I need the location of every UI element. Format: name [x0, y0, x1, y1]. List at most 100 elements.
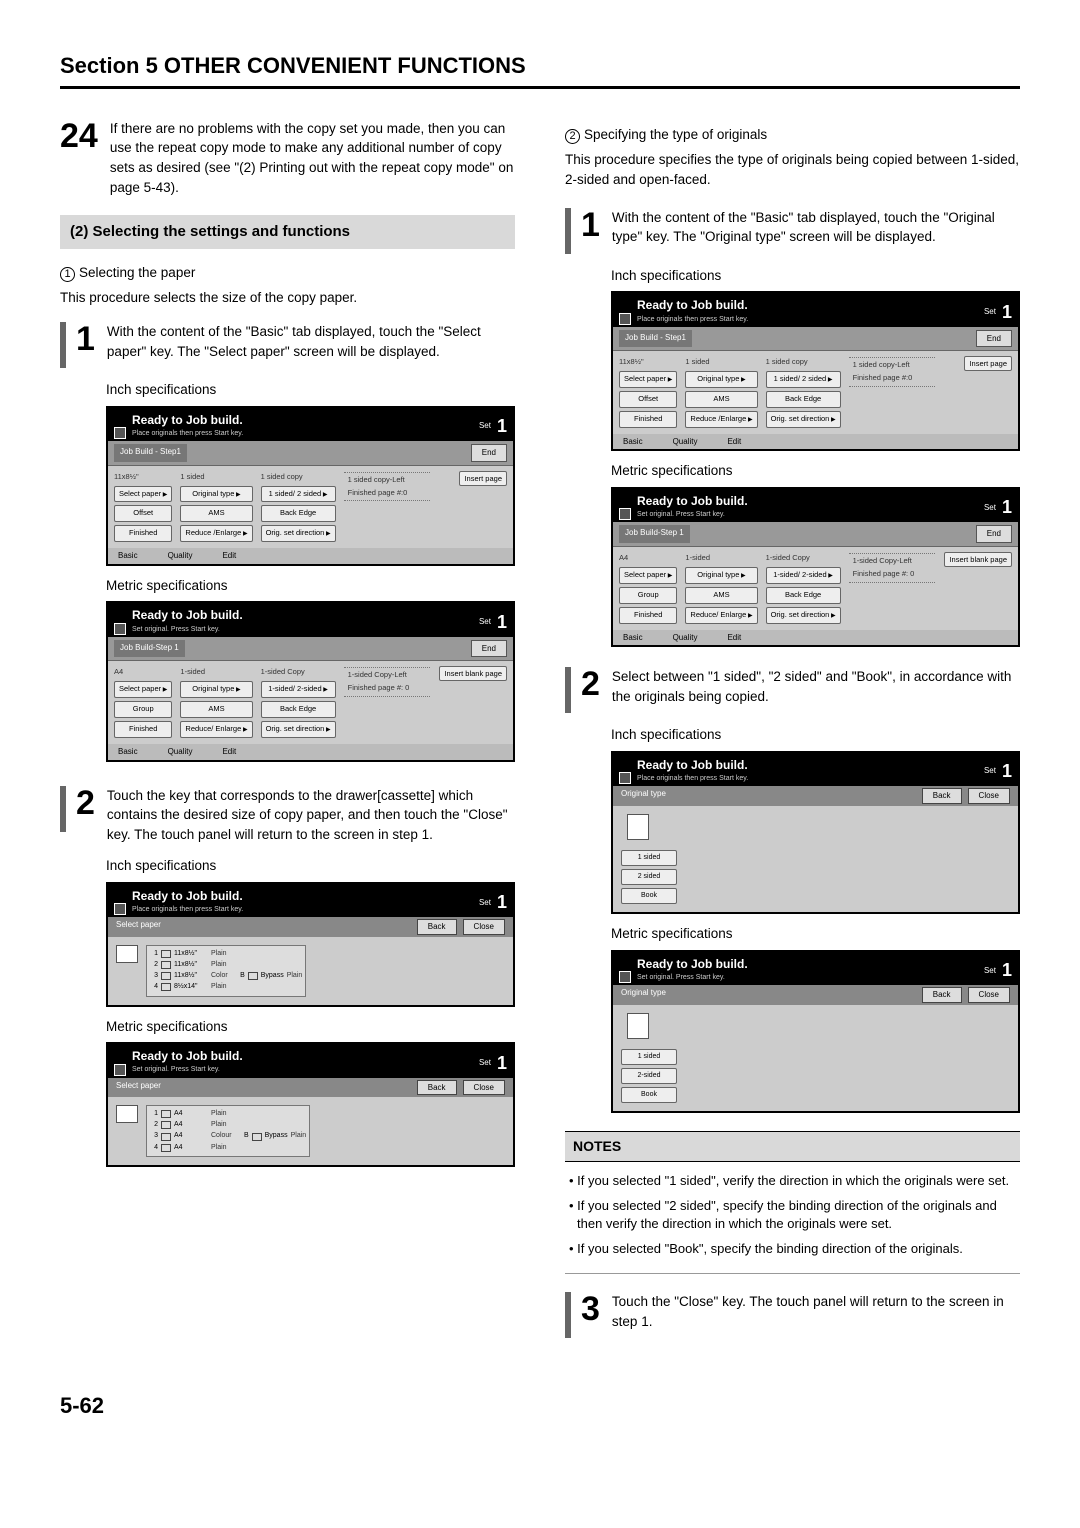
sided-button[interactable]: 1-sided/ 2-sided	[766, 567, 841, 584]
backedge-button[interactable]: Back Edge	[766, 587, 841, 604]
close-button[interactable]: Close	[463, 919, 505, 935]
cassette-row[interactable]: 311x8½"ColorBBypass Plain	[150, 971, 302, 981]
reduce-enlarge-button[interactable]: Reduce/ Enlarge	[685, 607, 757, 624]
step-text: With the content of the "Basic" tab disp…	[107, 322, 515, 368]
cassette-row[interactable]: 111x8½"Plain	[150, 949, 302, 959]
ams-button[interactable]: AMS	[180, 701, 252, 718]
original-type-button[interactable]: Original type	[180, 486, 252, 503]
one-sided-button[interactable]: 1 sided	[621, 850, 677, 866]
finished-button[interactable]: Finished	[114, 721, 172, 738]
breadcrumb: Job Build - Step1	[619, 330, 692, 348]
ams-button[interactable]: AMS	[180, 505, 252, 522]
origset-button[interactable]: Orig. set direction	[766, 607, 841, 624]
ams-button[interactable]: AMS	[685, 587, 757, 604]
back-button[interactable]: Back	[417, 1080, 457, 1096]
offset-button[interactable]: Offset	[619, 391, 677, 408]
metric-spec-label: Metric specifications	[106, 1017, 515, 1037]
metric-spec-label: Metric specifications	[106, 576, 515, 596]
tab-edit[interactable]: Edit	[727, 436, 741, 448]
set-count: 1	[1002, 299, 1012, 325]
original-type-button[interactable]: Original type	[685, 567, 757, 584]
select-paper-button[interactable]: Select paper	[619, 371, 677, 388]
tab-basic[interactable]: Basic	[623, 632, 643, 644]
tab-basic[interactable]: Basic	[118, 746, 138, 758]
end-button[interactable]: End	[976, 330, 1012, 348]
tab-edit[interactable]: Edit	[222, 746, 236, 758]
select-paper-button[interactable]: Select paper	[114, 681, 172, 698]
group-button[interactable]: Group	[114, 701, 172, 718]
cassette-row[interactable]: 3A4ColourBBypass Plain	[150, 1131, 306, 1141]
tab-quality[interactable]: Quality	[168, 746, 193, 758]
end-button[interactable]: End	[976, 525, 1012, 543]
cassette-row[interactable]: 4A4Plain	[150, 1143, 306, 1153]
finished-button[interactable]: Finished	[114, 525, 172, 542]
select-paper-button[interactable]: Select paper	[114, 486, 172, 503]
notes-list: • If you selected "1 sided", verify the …	[565, 1172, 1020, 1259]
group-button[interactable]: Group	[619, 587, 677, 604]
tray-icon	[161, 972, 171, 980]
close-button[interactable]: Close	[463, 1080, 505, 1096]
back-button[interactable]: Back	[922, 788, 962, 804]
tab-edit[interactable]: Edit	[222, 550, 236, 562]
col-top: 1 sided	[180, 472, 252, 483]
sided-button[interactable]: 1 sided/ 2 sided	[261, 486, 336, 503]
tab-quality[interactable]: Quality	[673, 436, 698, 448]
insert-blank-page-button[interactable]: Insert blank page	[439, 666, 507, 681]
book-button[interactable]: Book	[621, 1087, 677, 1103]
original-type-button[interactable]: Original type	[180, 681, 252, 698]
two-sided-button[interactable]: 2 sided	[621, 869, 677, 885]
panel-subtitle: Place originals then press Start key.	[637, 315, 748, 325]
book-button[interactable]: Book	[621, 888, 677, 904]
row-size: A4	[174, 1143, 208, 1153]
insert-page-button[interactable]: Insert page	[964, 356, 1012, 371]
touch-panel-jobbuild-metric: Ready to Job build. Set original. Press …	[106, 601, 515, 761]
sided-button[interactable]: 1 sided/ 2 sided	[766, 371, 841, 388]
origset-button[interactable]: Orig. set direction	[261, 525, 336, 542]
origset-button[interactable]: Orig. set direction	[766, 411, 841, 428]
bypass-label: Bypass	[265, 1131, 288, 1141]
reduce-enlarge-button[interactable]: Reduce/ Enlarge	[180, 721, 252, 738]
cassette-row[interactable]: 1A4Plain	[150, 1109, 306, 1119]
cassette-row[interactable]: 48½x14"Plain	[150, 982, 302, 992]
set-count: 1	[497, 889, 507, 915]
tab-basic[interactable]: Basic	[118, 550, 138, 562]
original-type-button[interactable]: Original type	[685, 371, 757, 388]
close-button[interactable]: Close	[968, 987, 1010, 1003]
row-size: A4	[174, 1109, 208, 1119]
end-button[interactable]: End	[471, 640, 507, 658]
backedge-button[interactable]: Back Edge	[261, 701, 336, 718]
tab-quality[interactable]: Quality	[168, 550, 193, 562]
finished-button[interactable]: Finished	[619, 607, 677, 624]
insert-blank-page-button[interactable]: Insert blank page	[944, 552, 1012, 567]
cassette-row[interactable]: 2A4Plain	[150, 1120, 306, 1130]
panel-subtitle: Place originals then press Start key.	[637, 774, 748, 784]
ams-button[interactable]: AMS	[685, 391, 757, 408]
tab-quality[interactable]: Quality	[673, 632, 698, 644]
end-button[interactable]: End	[471, 444, 507, 462]
two-sided-button[interactable]: 2-sided	[621, 1068, 677, 1084]
select-paper-button[interactable]: Select paper	[619, 567, 677, 584]
backedge-button[interactable]: Back Edge	[766, 391, 841, 408]
origset-button[interactable]: Orig. set direction	[261, 721, 336, 738]
backedge-button[interactable]: Back Edge	[261, 505, 336, 522]
sided-button[interactable]: 1-sided/ 2-sided	[261, 681, 336, 698]
cassette-row[interactable]: 211x8½"Plain	[150, 960, 302, 970]
offset-button[interactable]: Offset	[114, 505, 172, 522]
reduce-enlarge-button[interactable]: Reduce /Enlarge	[180, 525, 252, 542]
col-top: 1-sided	[180, 667, 252, 678]
tab-basic[interactable]: Basic	[623, 436, 643, 448]
tab-edit[interactable]: Edit	[727, 632, 741, 644]
finished-button[interactable]: Finished	[619, 411, 677, 428]
back-button[interactable]: Back	[922, 987, 962, 1003]
reduce-enlarge-button[interactable]: Reduce /Enlarge	[685, 411, 757, 428]
step-text: Touch the "Close" key. The touch panel w…	[612, 1292, 1020, 1338]
one-sided-button[interactable]: 1 sided	[621, 1049, 677, 1065]
row-num: 2	[150, 1120, 158, 1130]
metric-spec-label: Metric specifications	[611, 924, 1020, 944]
size-indicator: A4	[619, 553, 677, 564]
breadcrumb: Job Build-Step 1	[619, 525, 690, 543]
close-button[interactable]: Close	[968, 788, 1010, 804]
tray-icon	[161, 950, 171, 958]
back-button[interactable]: Back	[417, 919, 457, 935]
insert-page-button[interactable]: Insert page	[459, 471, 507, 486]
